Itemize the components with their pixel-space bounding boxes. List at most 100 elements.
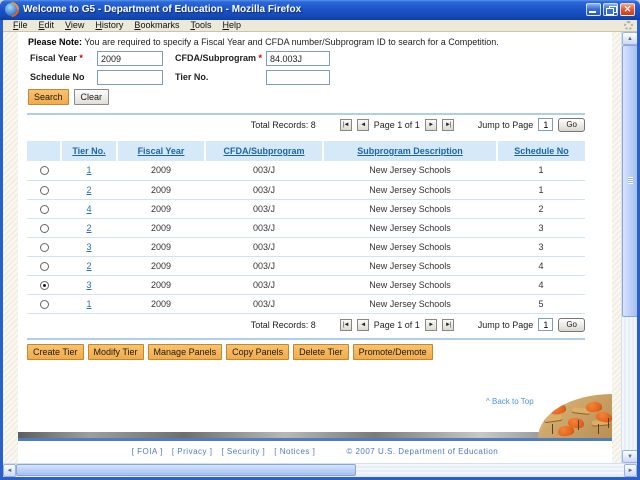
sort-description[interactable]: Subprogram Description xyxy=(357,146,463,156)
search-button[interactable]: Search xyxy=(28,89,69,105)
tier-link[interactable]: 2 xyxy=(86,185,91,195)
jump-to-page-label: Jump to Page xyxy=(477,119,534,130)
notices-link[interactable]: [ Notices ] xyxy=(274,447,315,456)
action-button-bar: Create Tier Modify Tier Manage Panels Co… xyxy=(27,344,433,360)
next-page-icon[interactable]: ► xyxy=(424,118,437,131)
total-records-label: Total Records: 8 xyxy=(250,119,316,130)
jump-to-page-input[interactable] xyxy=(538,318,554,331)
sort-fiscal-year[interactable]: Fiscal Year xyxy=(138,146,185,156)
page-content: Please Note: You are required to specify… xyxy=(18,32,612,463)
last-page-icon[interactable]: ►| xyxy=(441,118,454,131)
sort-schedule[interactable]: Schedule No xyxy=(514,146,569,156)
menu-bookmarks[interactable]: Bookmarks xyxy=(129,20,184,31)
privacy-link[interactable]: [ Privacy ] xyxy=(172,447,213,456)
vertical-scrollbar-thumb[interactable] xyxy=(622,45,637,317)
jump-to-page-label: Jump to Page xyxy=(477,319,534,330)
row-radio[interactable] xyxy=(39,166,49,176)
minimize-icon[interactable] xyxy=(586,3,601,16)
divider xyxy=(27,338,585,340)
copyright-text: © 2007 U.S. Department of Education xyxy=(346,447,499,456)
close-icon[interactable]: ✕ xyxy=(620,3,635,16)
total-records-label: Total Records: 8 xyxy=(250,319,316,330)
divider xyxy=(27,113,585,115)
page-indicator: Page 1 of 1 xyxy=(373,319,420,330)
horizontal-scrollbar-thumb[interactable] xyxy=(16,464,356,476)
modify-tier-button[interactable]: Modify Tier xyxy=(87,344,144,360)
cfda-field[interactable] xyxy=(266,51,330,66)
sort-tier-no[interactable]: Tier No. xyxy=(72,146,105,156)
table-row: 2 2009 003/J New Jersey Schools 4 xyxy=(27,256,585,276)
cfda-label: CFDA/Subprogram * xyxy=(175,53,263,63)
tier-link[interactable]: 1 xyxy=(86,299,91,309)
blue-divider-bar xyxy=(18,438,612,441)
tier-link[interactable]: 3 xyxy=(86,280,91,290)
create-tier-button[interactable]: Create Tier xyxy=(27,344,84,360)
row-radio[interactable] xyxy=(39,223,49,233)
vertical-scrollbar[interactable]: ▲ ▼ xyxy=(621,32,637,463)
back-to-top-link[interactable]: ^ Back to Top xyxy=(486,397,534,406)
required-asterisk: * xyxy=(258,53,263,63)
tier-link[interactable]: 2 xyxy=(86,261,91,271)
menu-tools[interactable]: Tools xyxy=(185,20,216,31)
schedule-no-label: Schedule No xyxy=(30,72,85,82)
page-viewport: Please Note: You are required to specify… xyxy=(3,32,637,463)
clear-button[interactable]: Clear xyxy=(73,89,110,105)
please-note-label: Please Note: xyxy=(28,37,83,47)
row-radio[interactable] xyxy=(39,204,49,214)
tier-link[interactable]: 1 xyxy=(86,165,91,175)
pagination-bottom: Total Records: 8 |◄ ◄ Page 1 of 1 ► ►| J… xyxy=(251,317,585,332)
tier-link[interactable]: 4 xyxy=(86,204,91,214)
classroom-photo xyxy=(538,394,612,438)
menu-history[interactable]: History xyxy=(90,20,128,31)
prev-page-icon[interactable]: ◄ xyxy=(356,318,369,331)
horizontal-scrollbar[interactable]: ◄ ► xyxy=(3,463,637,477)
scroll-right-icon[interactable]: ► xyxy=(624,464,637,477)
jump-to-page-input[interactable] xyxy=(538,118,554,131)
tier-no-field[interactable] xyxy=(266,70,330,85)
copy-panels-button[interactable]: Copy Panels xyxy=(226,344,290,360)
tier-link[interactable]: 3 xyxy=(86,242,91,252)
required-asterisk: * xyxy=(79,53,83,63)
prev-page-icon[interactable]: ◄ xyxy=(356,118,369,131)
row-radio[interactable] xyxy=(39,185,49,195)
fiscal-year-field[interactable] xyxy=(97,51,163,66)
menu-view[interactable]: View xyxy=(60,20,89,31)
row-radio[interactable] xyxy=(39,299,49,309)
throbber-icon xyxy=(624,21,633,30)
menu-file[interactable]: File xyxy=(8,20,33,31)
promote-demote-button[interactable]: Promote/Demote xyxy=(352,344,433,360)
fiscal-year-label: Fiscal Year * xyxy=(30,53,83,63)
row-radio[interactable] xyxy=(39,242,49,252)
please-note-text: Please Note: You are required to specify… xyxy=(28,37,499,47)
next-page-icon[interactable]: ► xyxy=(424,318,437,331)
schedule-no-field[interactable] xyxy=(97,70,163,85)
scroll-up-icon[interactable]: ▲ xyxy=(622,32,637,45)
table-row: 3 2009 003/J New Jersey Schools 4 xyxy=(27,275,585,295)
table-row: 2 2009 003/J New Jersey Schools 3 xyxy=(27,218,585,238)
row-radio[interactable] xyxy=(39,280,49,290)
manage-panels-button[interactable]: Manage Panels xyxy=(147,344,223,360)
security-link[interactable]: [ Security ] xyxy=(221,447,265,456)
menu-help[interactable]: Help xyxy=(217,20,246,31)
row-radio[interactable] xyxy=(39,261,49,271)
footer: [ FOIA ] [ Privacy ] [ Security ] [ Noti… xyxy=(18,447,612,456)
delete-tier-button[interactable]: Delete Tier xyxy=(293,344,349,360)
first-page-icon[interactable]: |◄ xyxy=(339,318,352,331)
table-row: 3 2009 003/J New Jersey Schools 3 xyxy=(27,237,585,257)
menu-bar: File Edit View History Bookmarks Tools H… xyxy=(3,20,637,32)
table-row: 4 2009 003/J New Jersey Schools 2 xyxy=(27,199,585,219)
window-title: Welcome to G5 - Department of Education … xyxy=(23,4,302,15)
menu-edit[interactable]: Edit xyxy=(34,20,60,31)
scroll-left-icon[interactable]: ◄ xyxy=(3,464,16,477)
last-page-icon[interactable]: ►| xyxy=(441,318,454,331)
tier-link[interactable]: 2 xyxy=(86,223,91,233)
go-button[interactable]: Go xyxy=(558,317,585,332)
results-table: Tier No. Fiscal Year CFDA/Subprogram Sub… xyxy=(27,141,585,314)
table-row: 1 2009 003/J New Jersey Schools 5 xyxy=(27,294,585,314)
restore-icon[interactable] xyxy=(603,3,618,16)
sort-cfda[interactable]: CFDA/Subprogram xyxy=(224,146,305,156)
scroll-down-icon[interactable]: ▼ xyxy=(622,450,637,463)
go-button[interactable]: Go xyxy=(558,117,585,132)
first-page-icon[interactable]: |◄ xyxy=(339,118,352,131)
foia-link[interactable]: [ FOIA ] xyxy=(132,447,163,456)
